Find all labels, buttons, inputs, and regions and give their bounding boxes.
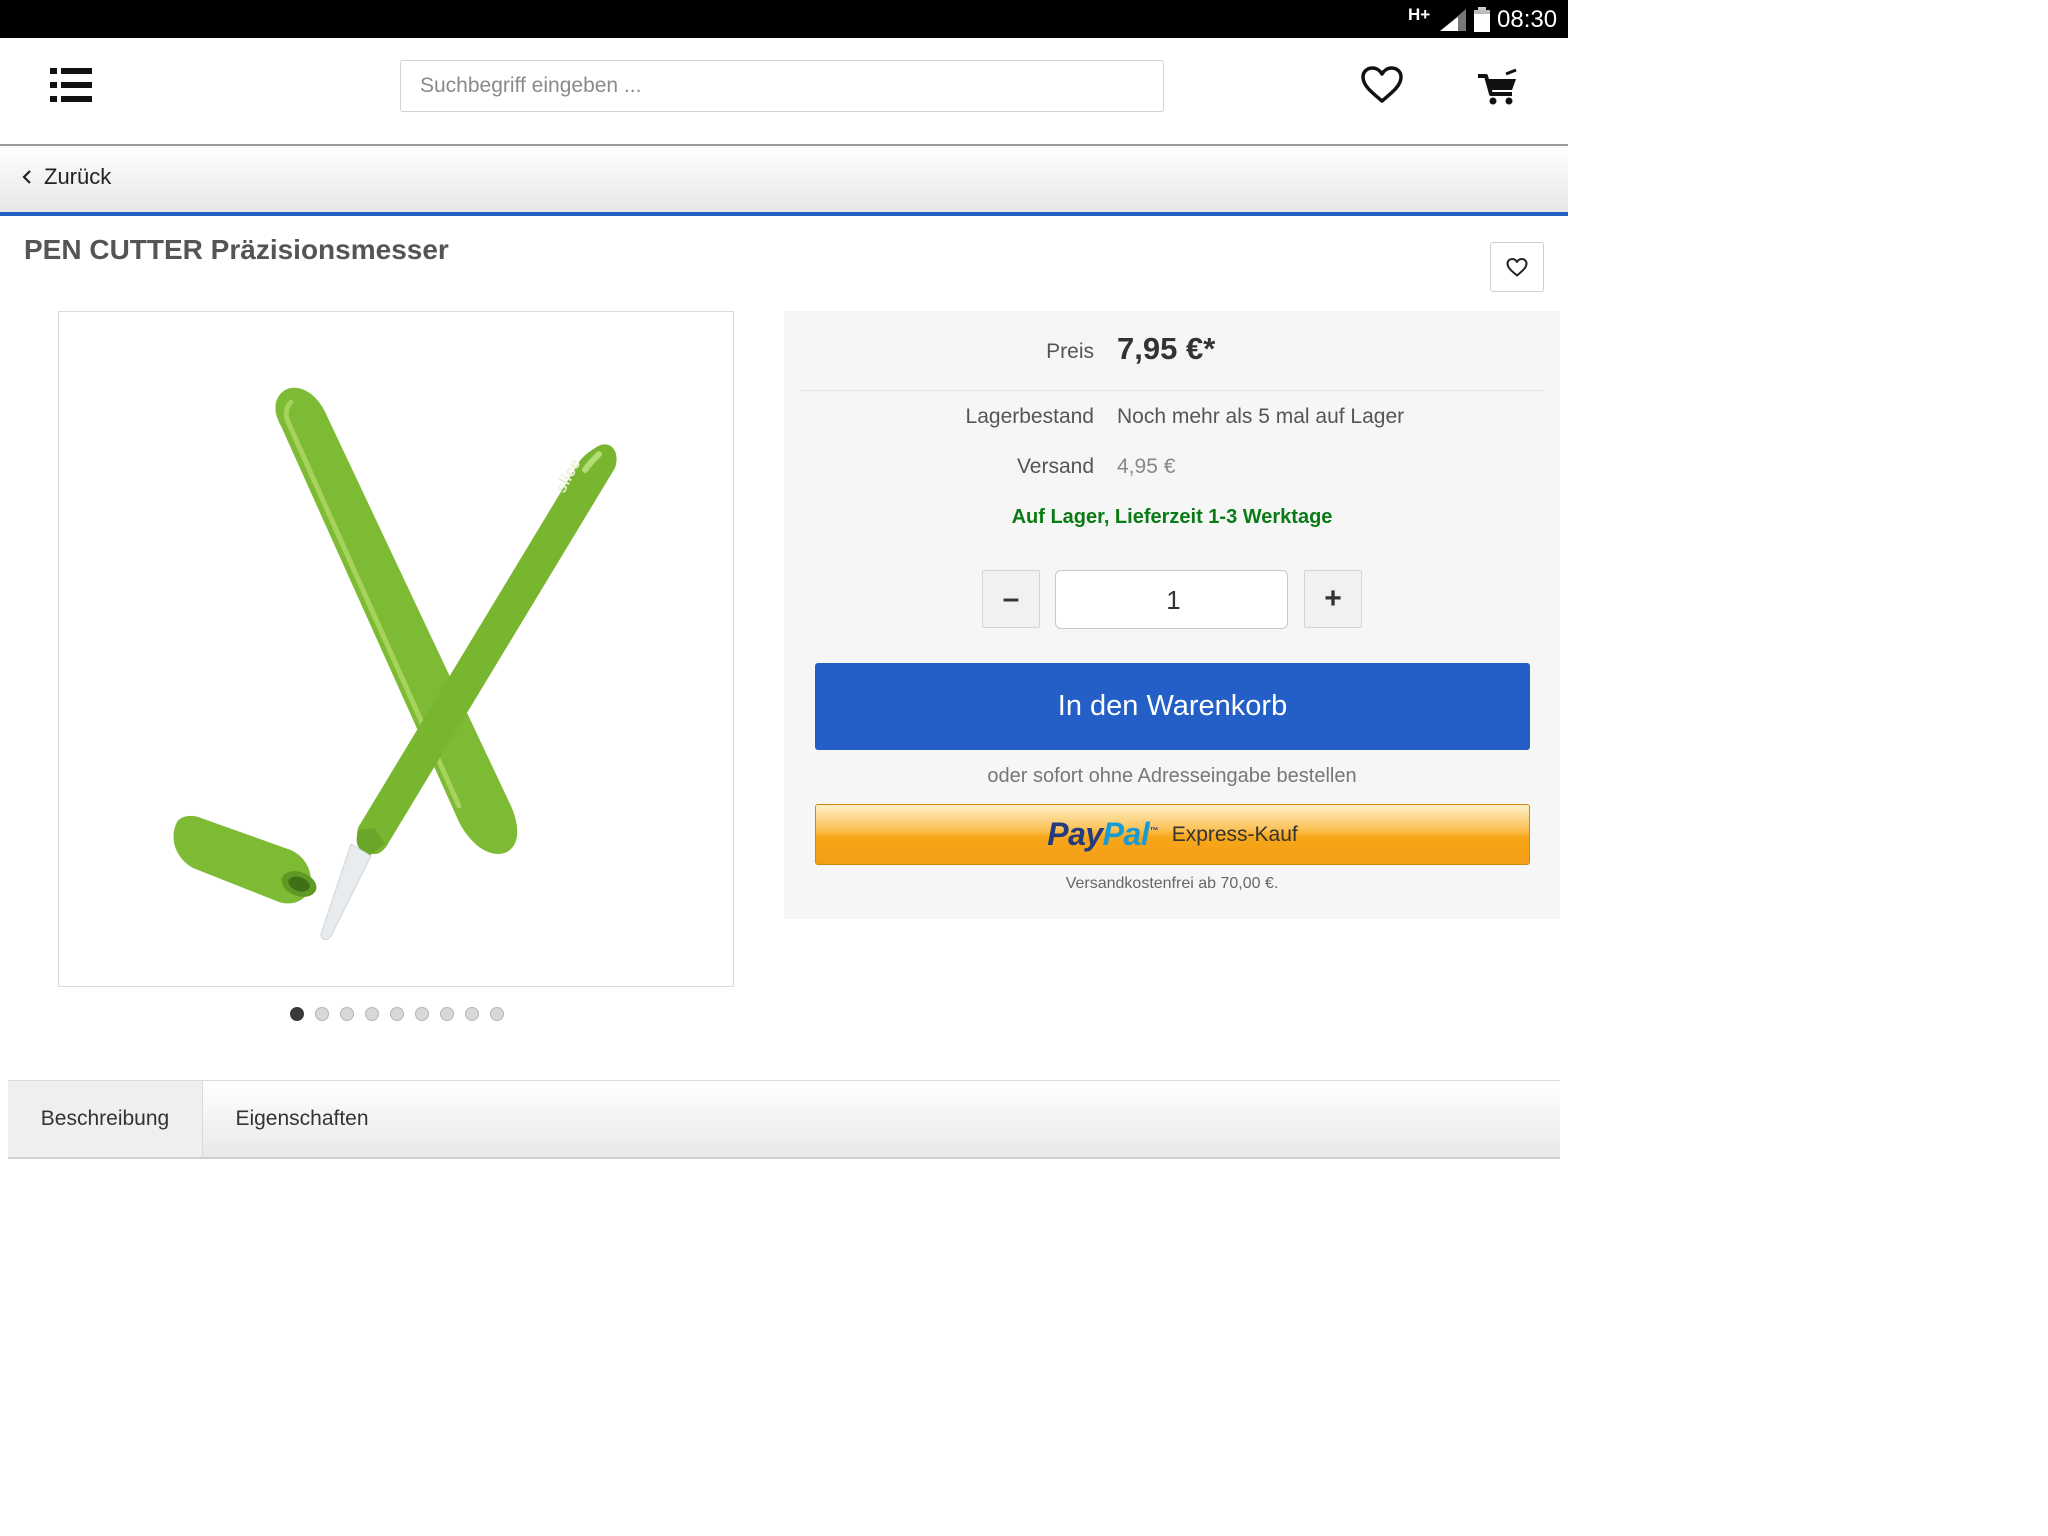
stock-label: Lagerbestand [965,405,1094,428]
back-link[interactable]: Zurück [22,164,111,190]
carousel-dot[interactable] [315,1007,329,1021]
carousel-dot[interactable] [290,1007,304,1021]
add-to-wishlist-button[interactable] [1490,242,1544,292]
price-value: 7,95 €* [1117,331,1216,366]
network-type: H+ [1408,5,1431,24]
carousel-dot[interactable] [415,1007,429,1021]
paypal-logo: PayPal™ [1047,816,1158,853]
header [0,38,1568,146]
pen-cutter-illustration: slice [173,387,617,941]
paypal-logo-pal: Pal [1102,816,1150,852]
quantity-decrease-button[interactable]: – [982,570,1040,628]
tab-eigenschaften[interactable]: Eigenschaften [202,1081,402,1157]
search-box[interactable] [400,60,1164,112]
product-image[interactable]: slice [58,311,734,987]
shipping-value: 4,95 € [1117,455,1176,478]
stock-value: Noch mehr als 5 mal auf Lager [1117,405,1405,428]
status-bar: H+ 08:30 [0,0,1568,38]
express-order-hint: oder sofort ohne Adresseingabe bestellen [987,765,1357,787]
menu-icon[interactable] [50,68,92,102]
carousel-dot[interactable] [340,1007,354,1021]
paypal-express-label: Express-Kauf [1171,822,1298,846]
battery-icon [1474,7,1490,32]
image-carousel-dots [290,1007,504,1021]
search-input[interactable] [401,61,1163,111]
product-tabs: Beschreibung Eigenschaften [8,1080,1560,1159]
heart-icon [1506,257,1528,276]
quantity-increase-button[interactable]: + [1304,570,1362,628]
price-label: Preis [1046,340,1094,363]
carousel-dot[interactable] [440,1007,454,1021]
chevron-left-icon [22,170,31,184]
wishlist-icon[interactable] [1360,66,1404,104]
quantity-input[interactable] [1056,571,1291,630]
free-shipping-note: Versandkostenfrei ab 70,00 €. [1065,875,1279,892]
add-to-cart-button[interactable]: In den Warenkorb [815,663,1530,750]
clock: 08:30 [1497,6,1558,33]
availability-status: Auf Lager, Lieferzeit 1-3 Werktage [1011,506,1333,528]
cart-icon[interactable] [1476,68,1520,106]
carousel-dot[interactable] [365,1007,379,1021]
paypal-trademark: ™ [1149,825,1158,836]
price-divider [800,390,1544,391]
tab-beschreibung[interactable]: Beschreibung [8,1081,203,1157]
paypal-express-button[interactable]: PayPal™ Express-Kauf [815,804,1530,865]
buy-box: Preis 7,95 €* Lagerbestand Noch mehr als… [784,311,1560,919]
carousel-dot[interactable] [390,1007,404,1021]
product-title: PEN CUTTER Präzisionsmesser [24,234,449,265]
signal-icon [1440,9,1466,31]
back-label: Zurück [44,164,112,189]
paypal-logo-pay: Pay [1047,816,1103,852]
quantity-field[interactable] [1055,570,1291,630]
shipping-label: Versand [1016,455,1094,478]
carousel-dot[interactable] [465,1007,479,1021]
carousel-dot[interactable] [490,1007,504,1021]
back-bar: Zurück [0,146,1568,216]
